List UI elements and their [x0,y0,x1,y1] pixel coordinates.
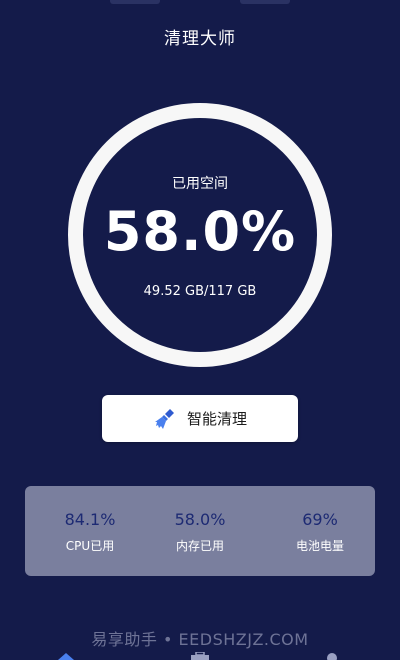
stats-panel: 84.1% CPU已用 58.0% 内存已用 69% 电池电量 [25,486,375,576]
stat-cpu-caption: CPU已用 [65,539,115,553]
storage-size: 49.52 GB/117 GB [143,284,257,299]
stat-cpu: 84.1% CPU已用 [35,510,145,554]
page-title: 清理大师 [164,29,236,49]
stat-battery-value: 69% [302,510,338,529]
storage-percent: 58.0% [103,200,297,263]
profile-icon[interactable] [324,652,340,660]
smart-clean-label: 智能清理 [186,410,247,428]
home-icon[interactable] [56,652,76,660]
app-screen: 清理大师 已用空间 58.0% 49.52 GB/117 GB 智能清理 84.… [0,0,400,660]
stat-battery: 69% 电池电量 [265,510,375,554]
watermark: 易享助手 • EEDSHZJZ.COM [91,630,309,649]
toolbox-icon[interactable] [189,652,211,660]
stat-memory: 58.0% 内存已用 [145,510,255,554]
broom-icon [154,408,174,429]
status-indicator [110,0,290,6]
storage-label: 已用空间 [172,176,228,192]
stat-memory-value: 58.0% [174,510,226,529]
stat-battery-caption: 电池电量 [295,539,344,553]
smart-clean-button[interactable]: 智能清理 [102,395,298,442]
stat-cpu-value: 84.1% [64,510,116,529]
stat-memory-caption: 内存已用 [175,539,224,553]
